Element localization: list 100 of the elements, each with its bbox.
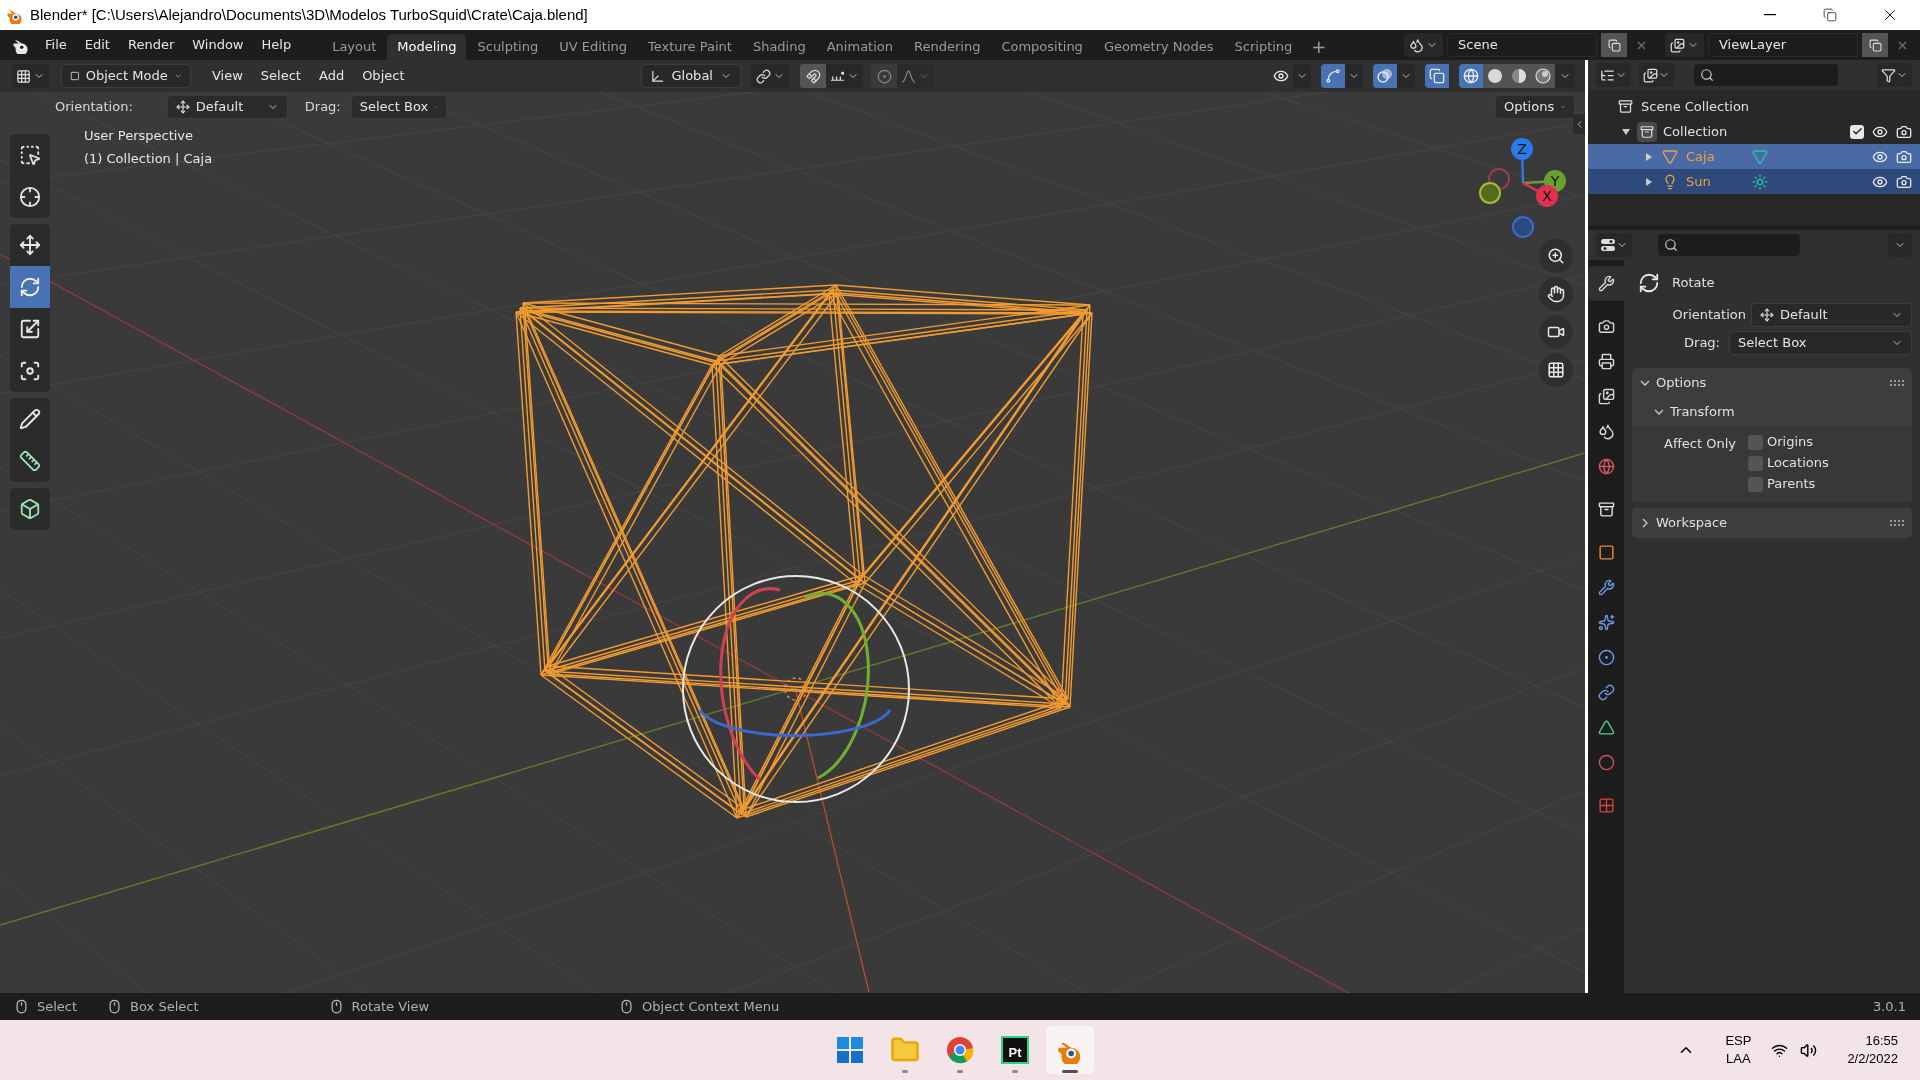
negative-z-handle[interactable] <box>1512 216 1534 238</box>
wrench-icon <box>1597 579 1615 596</box>
search-field[interactable] <box>1658 234 1800 256</box>
pivot-dropdown[interactable] <box>751 64 791 88</box>
name-field[interactable]: ViewLayer <box>1708 33 1858 57</box>
drag-handle-icon[interactable] <box>1890 520 1904 526</box>
options-dropdown[interactable]: Options <box>1495 95 1575 119</box>
panel-chevron-icon[interactable] <box>1640 518 1650 528</box>
editor-type-button[interactable] <box>1596 233 1632 257</box>
proportional-toggle[interactable] <box>871 64 898 88</box>
scene-selector[interactable] <box>1404 33 1443 57</box>
drag-dropdown[interactable]: Select Box <box>350 95 447 119</box>
taskbar-app[interactable] <box>1046 1026 1094 1074</box>
expand-triangle-icon[interactable] <box>1644 176 1654 187</box>
menu-item[interactable]: View <box>203 64 252 88</box>
sun-icon <box>1752 173 1768 190</box>
navigation-button[interactable] <box>1539 315 1573 349</box>
tree-item[interactable]: Collection <box>1663 121 1728 142</box>
workspace-tab[interactable]: Modeling <box>387 34 467 60</box>
search-field[interactable] <box>1694 64 1838 86</box>
snap-toggle[interactable] <box>800 64 827 88</box>
include-checkbox[interactable] <box>1850 124 1864 139</box>
workspace-tab[interactable]: Sculpting <box>467 34 549 60</box>
workspace-tab[interactable]: Scripting <box>1224 34 1303 60</box>
navigation-button[interactable] <box>1539 239 1573 273</box>
panel-title[interactable]: Workspace <box>1656 513 1728 533</box>
tree-item[interactable]: Scene Collection <box>1641 96 1750 117</box>
name-field[interactable]: Scene <box>1447 33 1597 57</box>
rotate-gizmo-drawing[interactable] <box>682 575 910 803</box>
options-dropdown[interactable] <box>1888 233 1912 257</box>
shading-mode-button[interactable] <box>1459 64 1483 88</box>
panel-title[interactable]: Options <box>1656 373 1707 393</box>
xray-toggle[interactable] <box>1425 64 1449 88</box>
orientation-dropdown[interactable]: Global <box>641 64 742 88</box>
duplicate-button[interactable] <box>1862 33 1888 57</box>
checkbox-option[interactable]: Parents <box>1748 476 1829 492</box>
3d-viewport[interactable]: Orientation: Default Drag: Select Box Options User Perspective (1) Collection | Caja Z Y X <box>0 92 1585 993</box>
add-workspace-button[interactable]: + <box>1303 34 1335 60</box>
filter-button[interactable] <box>1877 63 1912 87</box>
menu-item[interactable]: Edit <box>75 32 119 58</box>
orientation-dropdown[interactable]: Default <box>1751 303 1912 327</box>
input-language-button[interactable]: ESP LAA <box>1725 1032 1752 1068</box>
menu-item[interactable]: Select <box>251 64 310 88</box>
subpanel-title[interactable]: Transform <box>1670 402 1735 422</box>
editor-type-button[interactable] <box>12 64 49 88</box>
outliner-row[interactable]: Sun <box>1588 169 1920 194</box>
select-box-icon <box>19 144 41 166</box>
gizmos-toggle[interactable] <box>1321 64 1345 88</box>
options-dropdown[interactable] <box>1397 64 1415 88</box>
overlays-toggle[interactable] <box>1373 64 1397 88</box>
workspace-tab[interactable]: Shading <box>742 34 816 60</box>
workspace-tab[interactable]: Geometry Nodes <box>1093 34 1224 60</box>
menu-item[interactable]: File <box>36 32 76 58</box>
orientation-dropdown[interactable]: Default <box>166 95 288 119</box>
workspace-tab[interactable]: Rendering <box>904 34 991 60</box>
workspace-tab[interactable]: Compositing <box>991 34 1093 60</box>
clock-button[interactable]: 16:55 2/2/2022 <box>1847 1032 1898 1068</box>
display-mode-button[interactable] <box>1639 63 1674 87</box>
drag-handle-icon[interactable] <box>1890 380 1904 386</box>
panel-chevron-icon[interactable] <box>1654 407 1664 417</box>
panel-chevron-icon[interactable] <box>1640 378 1650 388</box>
checkbox[interactable] <box>1748 476 1763 492</box>
editor-type-button[interactable] <box>1596 63 1631 87</box>
view-layer-selector[interactable] <box>1665 33 1704 57</box>
menu-item[interactable]: Object <box>353 64 414 88</box>
shortcut-hint: Rotate View <box>351 997 430 1016</box>
shading-mode-button[interactable] <box>1531 64 1555 88</box>
speaker-icon[interactable] <box>1800 1041 1818 1059</box>
taskbar-app[interactable]: Pt <box>991 1026 1039 1074</box>
menu-item[interactable]: Window <box>183 32 253 58</box>
options-dropdown[interactable] <box>1345 64 1363 88</box>
negative-y-handle[interactable] <box>1479 182 1501 204</box>
checkbox-option[interactable]: Origins <box>1748 434 1829 450</box>
menu-item[interactable]: Render <box>118 32 184 58</box>
duplicate-button[interactable] <box>1601 33 1627 57</box>
shading-dropdown[interactable] <box>1555 64 1575 88</box>
menu-item[interactable]: Add <box>309 64 354 88</box>
mode-dropdown[interactable]: Object Mode <box>61 64 191 88</box>
workspace-tab[interactable]: UV Editing <box>549 34 637 60</box>
drag-dropdown[interactable]: Select Box <box>1729 331 1912 355</box>
navigation-button[interactable] <box>1539 353 1573 387</box>
checkbox[interactable] <box>1748 455 1763 471</box>
camera-icon[interactable] <box>1896 173 1912 190</box>
navigation-button[interactable] <box>1539 277 1573 311</box>
rotate-icon <box>19 276 41 298</box>
checkbox-option[interactable]: Locations <box>1748 455 1829 471</box>
workspace-tab[interactable]: Texture Paint <box>638 34 742 60</box>
expand-triangle-icon[interactable] <box>1621 126 1631 137</box>
workspace-tab[interactable]: Animation <box>816 34 903 60</box>
falloff-dropdown[interactable] <box>897 64 935 88</box>
negative-x-handle[interactable] <box>1488 168 1510 190</box>
checkbox[interactable] <box>1748 434 1763 450</box>
shading-mode-button[interactable] <box>1483 64 1507 88</box>
menu-item[interactable]: Help <box>252 32 301 58</box>
properties-tab[interactable] <box>1588 266 1624 301</box>
snap-dropdown[interactable] <box>826 64 864 88</box>
axis-handle[interactable]: Z <box>1511 138 1533 184</box>
sidebar-toggle[interactable] <box>1573 114 1585 134</box>
workspace-tab[interactable]: Layout <box>322 34 387 60</box>
camera-icon[interactable] <box>1896 123 1912 140</box>
